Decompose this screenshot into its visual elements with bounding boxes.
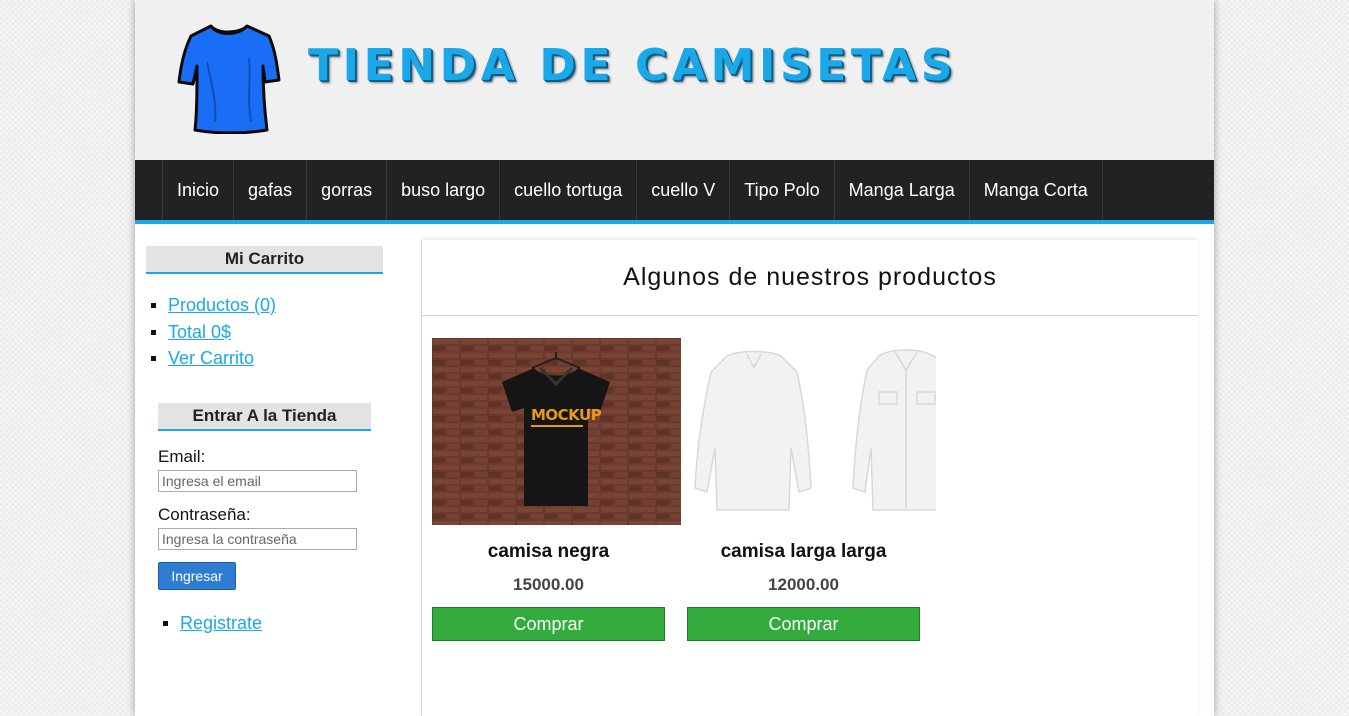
product-name: camisa larga larga	[720, 541, 887, 562]
page-container: TIENDA DE CAMISETAS Inicio gafas gorras …	[135, 0, 1214, 716]
cart-item-total: Total 0$	[146, 321, 386, 348]
password-input[interactable]	[158, 528, 357, 550]
site-header: TIENDA DE CAMISETAS	[135, 0, 1214, 160]
products-heading: Algunos de nuestros productos	[422, 240, 1198, 316]
product-image-white-shirt[interactable]	[687, 338, 936, 525]
cart-list: Productos (0) Total 0$ Ver Carrito	[146, 294, 386, 374]
nav-item-gafas[interactable]: gafas	[233, 160, 306, 220]
register-list: Registrate	[158, 612, 371, 634]
email-input[interactable]	[158, 470, 357, 492]
login-box: Entrar A la Tienda Email: Contraseña: In…	[158, 403, 371, 634]
nav-item-tipo-polo[interactable]: Tipo Polo	[729, 160, 833, 220]
product-card: camisa larga larga 12000.00 Comprar	[687, 338, 936, 641]
tshirt-icon	[177, 24, 281, 134]
buy-button[interactable]: Comprar	[687, 607, 920, 641]
nav-item-manga-larga[interactable]: Manga Larga	[833, 160, 969, 220]
product-card: MOCKUP camisa negra 15000.00 Comprar	[432, 338, 681, 641]
nav-item-cuello-v[interactable]: cuello V	[636, 160, 729, 220]
login-title: Entrar A la Tienda	[158, 403, 371, 431]
cart-total-link[interactable]: Total 0$	[168, 322, 231, 342]
nav-item-manga-corta[interactable]: Manga Corta	[968, 160, 1103, 220]
register-link[interactable]: Registrate	[180, 613, 262, 633]
product-price: 15000.00	[513, 575, 584, 594]
nav-item-cuello-tortuga[interactable]: cuello tortuga	[499, 160, 636, 220]
cart-products-link[interactable]: Productos (0)	[168, 295, 276, 315]
product-price: 12000.00	[768, 575, 839, 594]
cart-title: Mi Carrito	[146, 246, 383, 274]
product-name: camisa negra	[487, 541, 610, 562]
main-content: Algunos de nuestros productos MOCKUP cam…	[421, 240, 1198, 716]
register-item: Registrate	[158, 612, 371, 634]
shirt-print-text: MOCKUP	[531, 406, 602, 424]
nav-item-inicio[interactable]: Inicio	[162, 160, 233, 220]
login-button[interactable]: Ingresar	[158, 562, 236, 590]
nav-item-buso-largo[interactable]: buso largo	[386, 160, 499, 220]
shirt-print-line	[531, 425, 583, 427]
buy-button[interactable]: Comprar	[432, 607, 665, 641]
main-nav: Inicio gafas gorras buso largo cuello to…	[135, 160, 1214, 224]
product-image-black-shirt[interactable]: MOCKUP	[432, 338, 681, 525]
nav-item-gorras[interactable]: gorras	[306, 160, 386, 220]
cart-item-products: Productos (0)	[146, 294, 386, 321]
view-cart-link[interactable]: Ver Carrito	[168, 348, 254, 368]
site-title: TIENDA DE CAMISETAS	[308, 40, 958, 91]
cart-item-view: Ver Carrito	[146, 347, 386, 374]
email-label: Email:	[158, 447, 206, 466]
sidebar: Mi Carrito Productos (0) Total 0$ Ver Ca…	[146, 246, 386, 633]
password-label: Contraseña:	[158, 505, 251, 524]
